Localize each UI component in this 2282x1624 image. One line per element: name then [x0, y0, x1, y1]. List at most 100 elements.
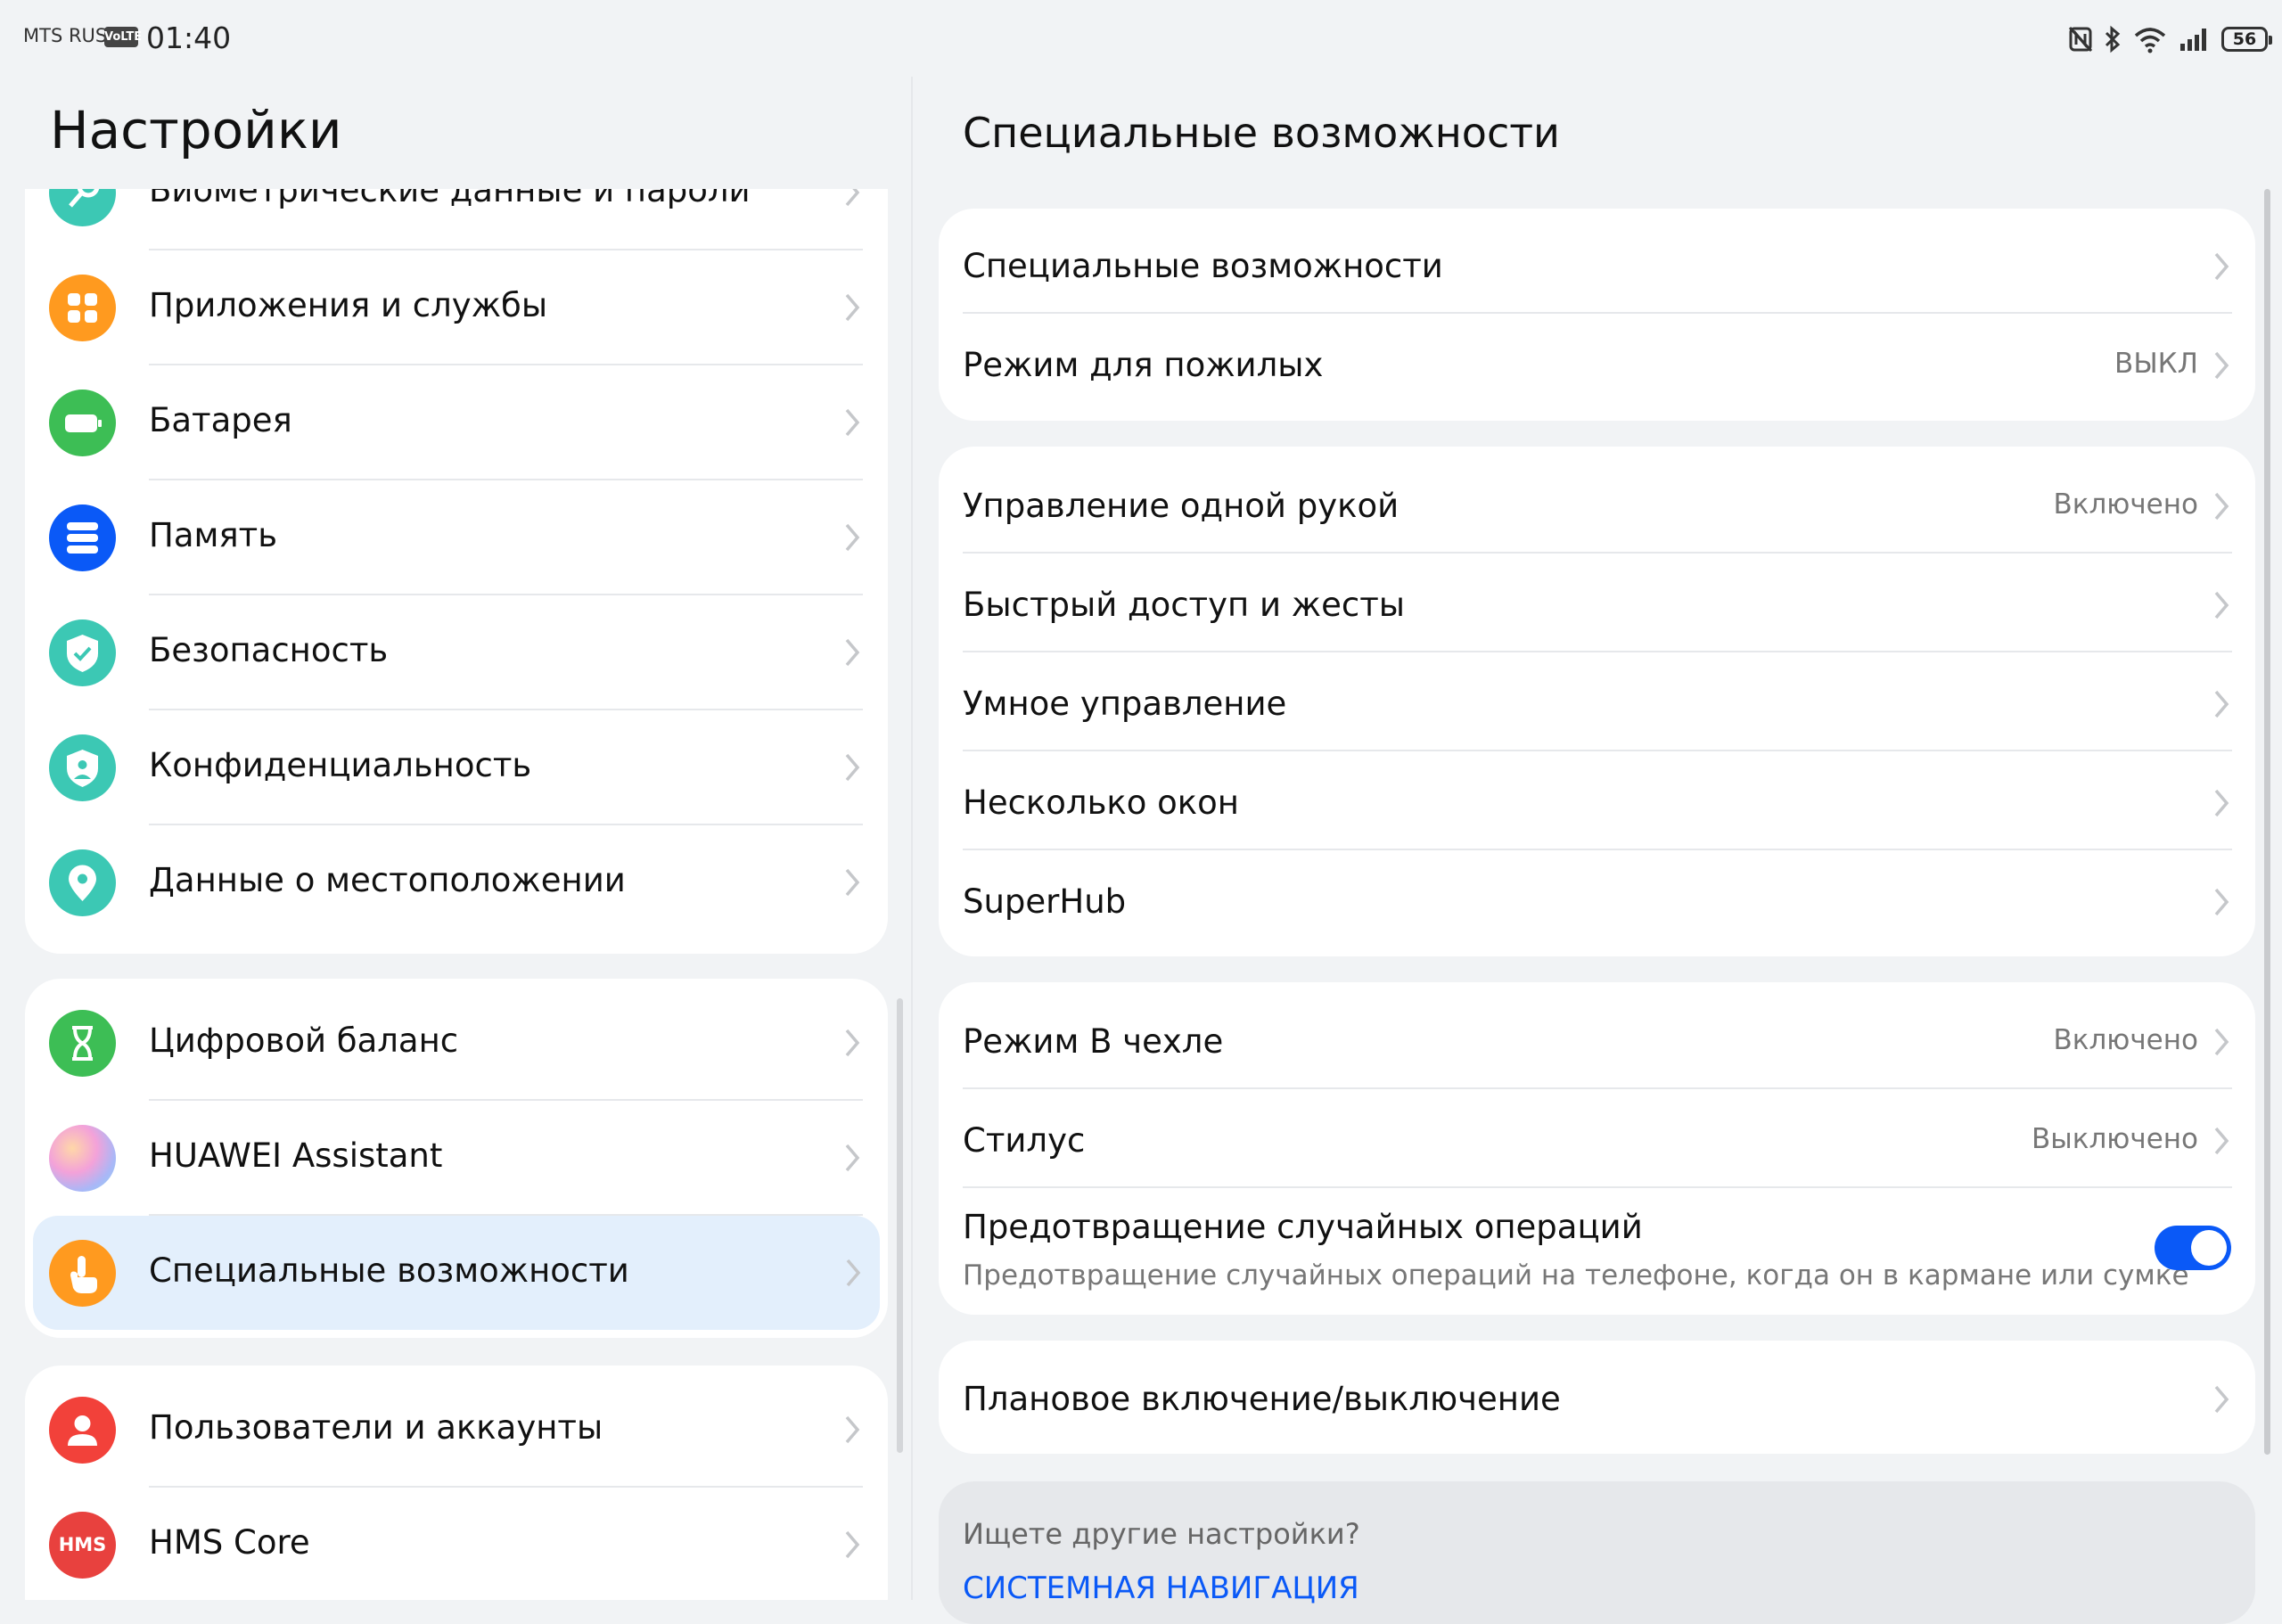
- multi-window-row[interactable]: Несколько окон: [939, 751, 2255, 850]
- chevron-right-icon: [2214, 1028, 2229, 1056]
- settings-group: Режим В чехле Включено Стилус Выключено …: [939, 982, 2255, 1315]
- sidebar-item-label: Специальные возможности: [149, 1251, 629, 1290]
- sidebar-item-digital-balance[interactable]: Цифровой баланс: [25, 986, 888, 1101]
- chevron-right-icon: [845, 189, 860, 207]
- accidental-touch-toggle[interactable]: [2155, 1226, 2231, 1270]
- status-icons: 56: [2068, 21, 2272, 57]
- chevron-right-icon: [845, 408, 860, 437]
- right-scrollbar[interactable]: [2264, 189, 2270, 1455]
- chevron-right-icon: [845, 523, 860, 552]
- sidebar-item-label: Память: [149, 516, 278, 554]
- settings-group: Специальные возможности Режим для пожилы…: [939, 209, 2255, 421]
- nfc-icon: [2068, 26, 2093, 53]
- carrier-name: MTS RUS: [23, 25, 108, 46]
- chevron-right-icon: [845, 1029, 860, 1057]
- row-label: Плановое включение/выключение: [963, 1380, 1561, 1418]
- scheduled-power-row[interactable]: Плановое включение/выключение: [939, 1348, 2255, 1447]
- sidebar-item-hms-core[interactable]: HMS HMS Core: [25, 1488, 888, 1600]
- hand-tap-icon: [49, 1240, 116, 1307]
- chevron-right-icon: [2214, 789, 2229, 817]
- smart-control-row[interactable]: Умное управление: [939, 652, 2255, 751]
- sidebar-item-huawei-assistant[interactable]: HUAWEI Assistant: [25, 1101, 888, 1216]
- elderly-mode-row[interactable]: Режим для пожилых ВЫКЛ: [939, 314, 2255, 413]
- apps-icon: [49, 275, 116, 341]
- chevron-right-icon: [2214, 492, 2229, 521]
- sidebar-item-privacy[interactable]: Конфиденциальность: [25, 710, 888, 825]
- sidebar-item-apps[interactable]: Приложения и службы: [25, 250, 888, 365]
- status-time: 01:40: [146, 21, 232, 55]
- row-label: Умное управление: [963, 685, 1287, 723]
- assistant-orb-icon: [49, 1125, 116, 1192]
- detail-title: Специальные возможности: [963, 109, 1560, 157]
- location-pin-icon: [49, 849, 116, 916]
- chevron-right-icon: [845, 638, 860, 667]
- row-subtitle: Предотвращение случайных операций на тел…: [963, 1259, 2189, 1292]
- accessibility-features-row[interactable]: Специальные возможности: [939, 215, 2255, 314]
- chevron-right-icon: [2214, 351, 2229, 380]
- sidebar-item-label: Батарея: [149, 401, 292, 439]
- row-label: Предотвращение случайных операций: [963, 1208, 1643, 1246]
- hms-icon: HMS: [49, 1512, 116, 1579]
- settings-list[interactable]: Биометрические данные и пароли Приложени…: [0, 189, 909, 1600]
- row-label: Режим для пожилых: [963, 346, 1324, 384]
- hourglass-icon: [49, 1010, 116, 1077]
- chevron-right-icon: [845, 1144, 860, 1172]
- sidebar-item-biometrics[interactable]: Биометрические данные и пароли: [25, 189, 888, 250]
- battery-icon: 56: [2221, 27, 2272, 52]
- sidebar-item-label: Пользователи и аккаунты: [149, 1408, 603, 1447]
- sidebar-item-accessibility[interactable]: Специальные возможности: [33, 1216, 880, 1330]
- chevron-right-icon: [845, 293, 860, 322]
- chevron-right-icon: [845, 753, 860, 782]
- row-label: Стилус: [963, 1121, 1086, 1160]
- chevron-right-icon: [2214, 591, 2229, 619]
- toggle-knob: [2191, 1230, 2227, 1266]
- volte-badge: VoLTE: [104, 27, 142, 47]
- sidebar-item-battery[interactable]: Батарея: [25, 365, 888, 480]
- shortcuts-gestures-row[interactable]: Быстрый доступ и жесты: [939, 554, 2255, 652]
- chevron-right-icon: [845, 1415, 860, 1444]
- status-bar: MTS RUS VoLTE 01:40 56: [0, 0, 2282, 77]
- row-value: Включено: [2053, 488, 2198, 521]
- battery-icon: [49, 390, 116, 456]
- page-title: Настройки: [50, 100, 342, 160]
- left-scrollbar[interactable]: [897, 998, 903, 1453]
- sidebar-item-users-accounts[interactable]: Пользователи и аккаунты: [25, 1373, 888, 1488]
- row-value: ВЫКЛ: [2114, 348, 2198, 380]
- sidebar-item-label: Данные о местоположении: [149, 861, 626, 899]
- cover-mode-row[interactable]: Режим В чехле Включено: [939, 990, 2255, 1089]
- sidebar-item-label: Безопасность: [149, 631, 389, 669]
- row-label: Несколько окон: [963, 783, 1239, 822]
- row-label: Специальные возможности: [963, 247, 1443, 285]
- sidebar-item-label: Цифровой баланс: [149, 1021, 459, 1060]
- settings-group: Управление одной рукой Включено Быстрый …: [939, 447, 2255, 956]
- row-label: Быстрый доступ и жесты: [963, 586, 1405, 624]
- bluetooth-icon: [2105, 25, 2121, 53]
- wifi-icon: [2134, 28, 2166, 53]
- accidental-touch-prevention-row[interactable]: Предотвращение случайных операций Предот…: [939, 1188, 2255, 1315]
- superhub-row[interactable]: SuperHub: [939, 850, 2255, 949]
- row-label: Режим В чехле: [963, 1022, 1224, 1061]
- row-label: SuperHub: [963, 882, 1127, 921]
- key-icon: [49, 189, 116, 226]
- chevron-right-icon: [2214, 690, 2229, 718]
- settings-group: Пользователи и аккаунты HMS HMS Core: [25, 1366, 888, 1600]
- sidebar-item-label: HMS Core: [149, 1523, 310, 1562]
- privacy-shield-icon: [49, 734, 116, 801]
- sidebar-item-storage[interactable]: Память: [25, 480, 888, 595]
- hms-icon-text: HMS: [58, 1534, 107, 1555]
- sidebar-item-label: Конфиденциальность: [149, 746, 532, 784]
- search-suggestion-card: Ищете другие настройки? СИСТЕМНАЯ НАВИГА…: [939, 1481, 2255, 1624]
- one-hand-mode-row[interactable]: Управление одной рукой Включено: [939, 455, 2255, 554]
- chevron-right-icon: [845, 868, 860, 897]
- system-navigation-link[interactable]: СИСТЕМНАЯ НАВИГАЦИЯ: [963, 1571, 1359, 1606]
- stylus-row[interactable]: Стилус Выключено: [939, 1089, 2255, 1188]
- settings-group: Цифровой баланс HUAWEI Assistant Специал…: [25, 979, 888, 1338]
- user-icon: [49, 1397, 116, 1464]
- row-value: Выключено: [2032, 1123, 2198, 1155]
- chevron-right-icon: [2214, 888, 2229, 916]
- sidebar-item-location[interactable]: Данные о местоположении: [25, 825, 888, 940]
- shield-check-icon: [49, 619, 116, 686]
- chevron-right-icon: [2214, 1385, 2229, 1414]
- pane-divider: [911, 77, 913, 1600]
- sidebar-item-security[interactable]: Безопасность: [25, 595, 888, 710]
